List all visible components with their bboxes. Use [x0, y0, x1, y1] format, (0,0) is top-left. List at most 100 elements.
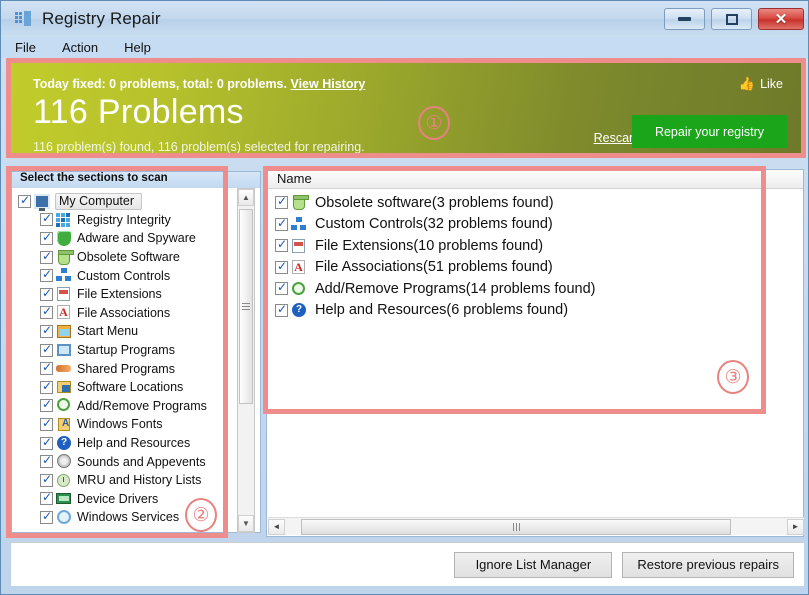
like-button[interactable]: 👍 Like	[739, 76, 783, 92]
checkbox[interactable]	[40, 490, 53, 506]
checkbox[interactable]	[40, 397, 53, 413]
checkbox[interactable]	[40, 249, 53, 264]
list-item[interactable]: Add/Remove Programs(14 problems found)	[275, 278, 803, 300]
maximize-button[interactable]	[711, 8, 752, 30]
results-column-header-name[interactable]: Name	[267, 170, 803, 189]
tree-item-file-associations[interactable]: A File Associations	[18, 304, 260, 323]
list-item[interactable]: A File Associations(51 problems found)	[275, 257, 803, 279]
footer-bar: Ignore List Manager Restore previous rep…	[11, 542, 804, 586]
tree-item-startup-programs[interactable]: Startup Programs	[18, 341, 260, 360]
checkbox[interactable]	[275, 259, 288, 274]
thumbs-up-icon: 👍	[738, 76, 756, 91]
tree-item-file-extensions[interactable]: File Extensions	[18, 285, 260, 304]
tree-item-windows-fonts[interactable]: Windows Fonts	[18, 415, 260, 434]
sections-tree: My Computer Registry Integrity Adware an…	[12, 188, 260, 527]
tree-item-windows-services[interactable]: Windows Services	[18, 508, 260, 527]
checkbox[interactable]	[40, 286, 53, 301]
tree-item-label: Software Locations	[77, 380, 184, 395]
history-clock-icon	[56, 473, 72, 488]
tree-item-software-locations[interactable]: Software Locations	[18, 378, 260, 397]
list-item[interactable]: Obsolete software(3 problems found)	[275, 192, 803, 214]
scroll-left-button[interactable]: ◄	[268, 518, 285, 535]
scroll-down-button[interactable]: ▼	[238, 515, 254, 532]
annotation-marker-3: ③	[717, 360, 749, 394]
tree-item-mru-and-history-lists[interactable]: MRU and History Lists	[18, 471, 260, 490]
checkbox[interactable]	[40, 304, 53, 320]
tree-item-obsolete-software[interactable]: Obsolete Software	[18, 248, 260, 267]
checkbox[interactable]	[40, 267, 53, 283]
checkbox[interactable]	[18, 193, 31, 208]
tree-item-label: Sounds and Appevents	[77, 454, 206, 469]
banner-today-line: Today fixed: 0 problems, total: 0 proble…	[33, 77, 365, 91]
tree-item-sounds-and-appevents[interactable]: Sounds and Appevents	[18, 452, 260, 471]
shield-icon	[56, 230, 72, 246]
close-button[interactable]: ✕	[758, 8, 804, 30]
tree-item-add-remove-programs[interactable]: Add/Remove Programs	[18, 397, 260, 416]
ignore-list-manager-button[interactable]: Ignore List Manager	[454, 551, 613, 578]
list-item[interactable]: ? Help and Resources(6 problems found)	[275, 300, 803, 322]
tree-item-device-drivers[interactable]: Device Drivers	[18, 490, 260, 509]
checkbox[interactable]	[40, 323, 53, 338]
tree-item-adware-and-spyware[interactable]: Adware and Spyware	[18, 229, 260, 248]
hscrollbar-thumb[interactable]	[301, 518, 731, 535]
sections-vertical-scrollbar[interactable]: ▲ ▼	[237, 188, 255, 533]
checkbox[interactable]	[275, 194, 288, 210]
tree-item-label: Adware and Spyware	[77, 231, 196, 246]
tree-item-shared-programs[interactable]: Shared Programs	[18, 359, 260, 378]
annotation-marker-2: ②	[185, 498, 217, 532]
tree-item-label: Shared Programs	[77, 361, 175, 376]
tree-item-custom-controls[interactable]: Custom Controls	[18, 266, 260, 285]
repair-registry-button[interactable]: Repair your registry	[632, 115, 787, 148]
checkbox[interactable]	[40, 509, 53, 524]
checkbox[interactable]	[40, 453, 53, 469]
checkbox[interactable]	[275, 216, 288, 231]
list-item-label: Custom Controls(32 problems found)	[315, 216, 553, 233]
tree-item-help-and-resources[interactable]: ? Help and Resources	[18, 434, 260, 453]
hscrollbar-grip	[512, 522, 520, 531]
tree-item-label: Device Drivers	[77, 491, 159, 506]
scroll-up-button[interactable]: ▲	[238, 189, 254, 206]
start-menu-icon	[56, 324, 72, 339]
hscroll-track[interactable]	[285, 518, 787, 535]
minimize-button[interactable]	[664, 8, 705, 30]
list-item-label: File Extensions(10 problems found)	[315, 237, 544, 254]
tree-item-registry-integrity[interactable]: Registry Integrity	[18, 211, 260, 230]
rescan-link[interactable]: Rescan	[594, 131, 636, 145]
checkbox[interactable]	[275, 302, 288, 317]
scrollbar-thumb[interactable]	[239, 209, 253, 404]
menu-item-file[interactable]: File	[15, 40, 36, 55]
menu-bar: File Action Help	[1, 37, 808, 58]
tree-item-my-computer[interactable]: My Computer	[18, 192, 260, 211]
help-question-icon: ?	[56, 435, 72, 451]
annotation-region-1: Today fixed: 0 problems, total: 0 proble…	[6, 58, 806, 158]
view-history-link[interactable]: View History	[290, 77, 365, 91]
checkbox[interactable]	[40, 360, 53, 376]
checkbox[interactable]	[40, 342, 53, 357]
network-nodes-icon	[56, 268, 72, 283]
results-horizontal-scrollbar[interactable]: ◄ ►	[268, 517, 804, 535]
scroll-right-button[interactable]: ►	[787, 518, 804, 535]
checkbox[interactable]	[40, 379, 53, 394]
tree-item-label: Start Menu	[77, 324, 139, 339]
checkbox[interactable]	[40, 435, 53, 450]
tree-item-label: Custom Controls	[77, 268, 171, 283]
menu-item-help[interactable]: Help	[124, 40, 151, 55]
results-panel: Name Obsolete software(3 problems found)…	[266, 169, 804, 537]
list-item[interactable]: File Extensions(10 problems found)	[275, 235, 803, 257]
checkbox[interactable]	[40, 230, 53, 245]
menu-item-action[interactable]: Action	[62, 40, 98, 55]
checkbox[interactable]	[40, 211, 53, 227]
annotation-marker-1: ①	[418, 106, 450, 140]
list-item[interactable]: Custom Controls(32 problems found)	[275, 214, 803, 236]
file-association-icon: A	[291, 259, 308, 275]
restore-previous-repairs-button[interactable]: Restore previous repairs	[622, 551, 794, 578]
close-icon: ✕	[774, 10, 788, 28]
add-remove-icon	[291, 281, 308, 297]
checkbox[interactable]	[40, 416, 53, 431]
help-question-icon: ?	[291, 302, 308, 318]
network-nodes-icon	[291, 216, 308, 232]
checkbox[interactable]	[275, 237, 288, 253]
checkbox[interactable]	[275, 280, 288, 296]
tree-item-start-menu[interactable]: Start Menu	[18, 322, 260, 341]
checkbox[interactable]	[40, 472, 53, 487]
